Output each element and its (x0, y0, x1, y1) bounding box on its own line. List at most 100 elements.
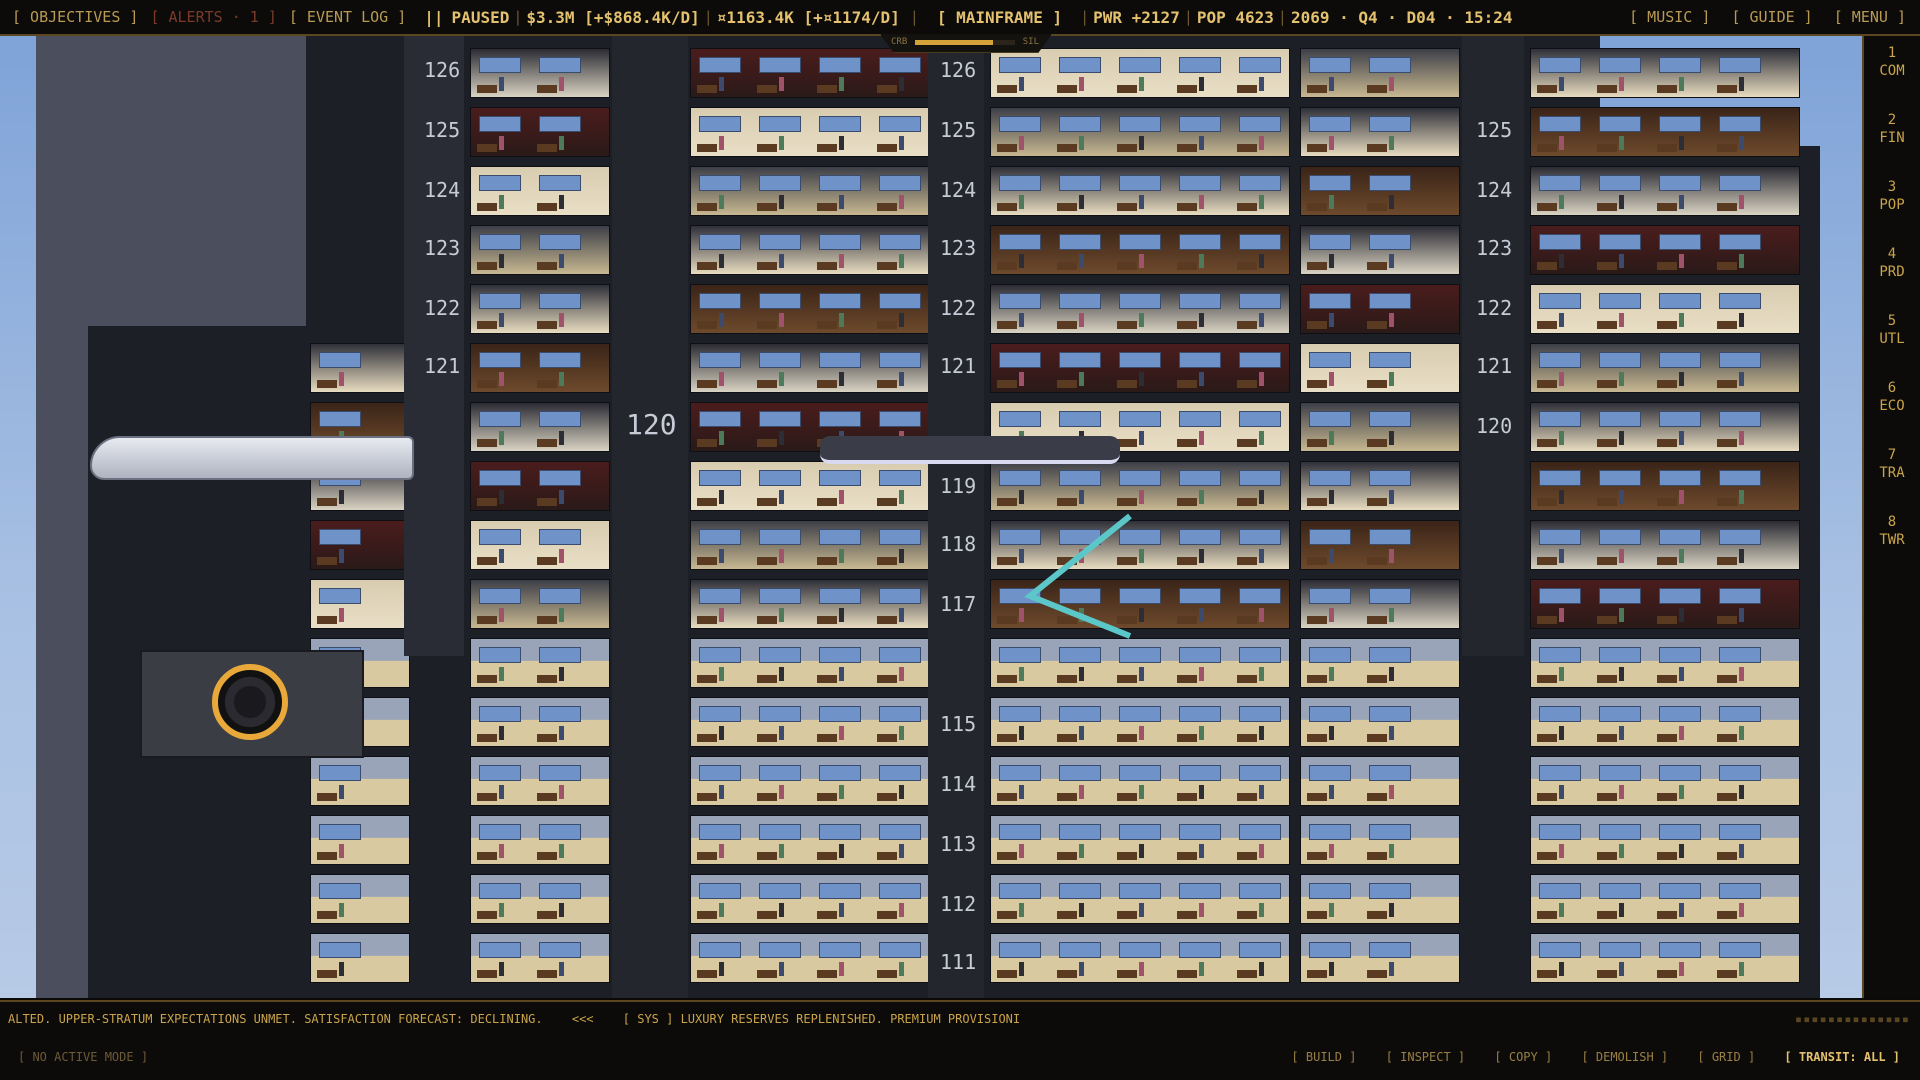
view-mode-button[interactable]: [ MAINFRAME ] (937, 8, 1062, 27)
resident-figure[interactable] (1679, 77, 1684, 91)
room[interactable] (990, 343, 1290, 393)
resident-figure[interactable] (1199, 77, 1204, 91)
resident-figure[interactable] (1139, 77, 1144, 91)
resident-figure[interactable] (1139, 844, 1144, 858)
resident-figure[interactable] (719, 195, 724, 209)
resident-figure[interactable] (1079, 254, 1084, 268)
resident-figure[interactable] (1259, 549, 1264, 563)
resident-figure[interactable] (1329, 726, 1334, 740)
room[interactable] (1300, 166, 1460, 216)
resident-figure[interactable] (1619, 136, 1624, 150)
resident-figure[interactable] (1019, 254, 1024, 268)
room[interactable] (690, 48, 930, 98)
resident-figure[interactable] (559, 77, 564, 91)
resident-figure[interactable] (559, 372, 564, 386)
resident-figure[interactable] (499, 77, 504, 91)
resident-figure[interactable] (1559, 962, 1564, 976)
resident-figure[interactable] (1389, 431, 1394, 445)
resident-figure[interactable] (559, 785, 564, 799)
resident-figure[interactable] (1329, 254, 1334, 268)
resident-figure[interactable] (1329, 313, 1334, 327)
resident-figure[interactable] (1619, 372, 1624, 386)
room[interactable] (1530, 579, 1800, 629)
sidebar-item-tra[interactable]: 7 TRA (1864, 438, 1920, 505)
room[interactable] (470, 697, 610, 747)
resident-figure[interactable] (559, 903, 564, 917)
room[interactable] (690, 933, 930, 983)
resident-figure[interactable] (719, 785, 724, 799)
room[interactable] (470, 756, 610, 806)
resident-figure[interactable] (1199, 844, 1204, 858)
resident-figure[interactable] (1199, 549, 1204, 563)
resident-figure[interactable] (1139, 785, 1144, 799)
resident-figure[interactable] (1739, 490, 1744, 504)
resident-figure[interactable] (1139, 372, 1144, 386)
resident-figure[interactable] (779, 431, 784, 445)
resident-figure[interactable] (899, 254, 904, 268)
room[interactable] (990, 225, 1290, 275)
resident-figure[interactable] (779, 608, 784, 622)
resident-figure[interactable] (1019, 195, 1024, 209)
resident-figure[interactable] (1139, 962, 1144, 976)
resident-figure[interactable] (1199, 136, 1204, 150)
room[interactable] (1530, 756, 1800, 806)
sidebar-item-utl[interactable]: 5 UTL (1864, 304, 1920, 371)
resident-figure[interactable] (779, 136, 784, 150)
resident-figure[interactable] (1019, 372, 1024, 386)
resident-figure[interactable] (1139, 667, 1144, 681)
resident-figure[interactable] (1739, 903, 1744, 917)
resident-figure[interactable] (1259, 785, 1264, 799)
escalator[interactable] (1010, 506, 1140, 646)
resident-figure[interactable] (1559, 608, 1564, 622)
room[interactable] (1530, 697, 1800, 747)
resident-figure[interactable] (559, 254, 564, 268)
resident-figure[interactable] (1559, 785, 1564, 799)
resident-figure[interactable] (1559, 136, 1564, 150)
sidebar-item-prd[interactable]: 4 PRD (1864, 237, 1920, 304)
resident-figure[interactable] (719, 667, 724, 681)
resident-figure[interactable] (499, 785, 504, 799)
resident-figure[interactable] (559, 844, 564, 858)
maglev-train-center[interactable] (820, 436, 1120, 464)
room[interactable] (470, 107, 610, 157)
build-button[interactable]: [ BUILD ] (1291, 1050, 1356, 1064)
room[interactable] (470, 815, 610, 865)
resident-figure[interactable] (1559, 372, 1564, 386)
resident-figure[interactable] (779, 372, 784, 386)
room[interactable] (990, 933, 1290, 983)
resident-figure[interactable] (719, 549, 724, 563)
resident-figure[interactable] (1329, 431, 1334, 445)
reactor-room[interactable] (140, 650, 364, 758)
resident-figure[interactable] (899, 667, 904, 681)
resident-figure[interactable] (839, 962, 844, 976)
resident-figure[interactable] (719, 431, 724, 445)
resident-figure[interactable] (339, 608, 344, 622)
resident-figure[interactable] (1019, 903, 1024, 917)
resident-figure[interactable] (1389, 372, 1394, 386)
resident-figure[interactable] (719, 313, 724, 327)
resident-figure[interactable] (499, 549, 504, 563)
resident-figure[interactable] (1679, 490, 1684, 504)
resident-figure[interactable] (719, 254, 724, 268)
resident-figure[interactable] (899, 785, 904, 799)
resident-figure[interactable] (1019, 962, 1024, 976)
resident-figure[interactable] (1139, 136, 1144, 150)
resident-figure[interactable] (1679, 136, 1684, 150)
room[interactable] (1300, 933, 1460, 983)
resident-figure[interactable] (1329, 490, 1334, 504)
resident-figure[interactable] (1619, 313, 1624, 327)
room[interactable] (690, 874, 930, 924)
room[interactable] (990, 107, 1290, 157)
room[interactable] (990, 815, 1290, 865)
tower-scene[interactable]: 126 126 125 125 125 124 124 124 123 123 … (0, 36, 1862, 998)
room[interactable] (470, 933, 610, 983)
room[interactable] (310, 520, 410, 570)
sidebar-item-eco[interactable]: 6 ECO (1864, 371, 1920, 438)
sidebar-item-fin[interactable]: 2 FIN (1864, 103, 1920, 170)
resident-figure[interactable] (1739, 667, 1744, 681)
resident-figure[interactable] (899, 490, 904, 504)
resident-figure[interactable] (1679, 726, 1684, 740)
resident-figure[interactable] (1079, 77, 1084, 91)
resident-figure[interactable] (1679, 667, 1684, 681)
resident-figure[interactable] (339, 844, 344, 858)
